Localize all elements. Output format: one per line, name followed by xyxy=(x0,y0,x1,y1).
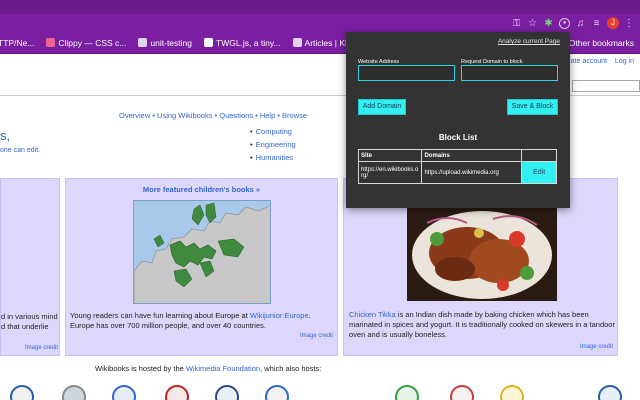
domain-blocker-extension-icon[interactable]: ● xyxy=(559,17,570,29)
block-list-title: Block List xyxy=(438,133,478,142)
bookmark-3[interactable]: TWGL.js, a tiny... xyxy=(204,38,281,48)
domain-blocker-popup: Analyze current Page Website Address Req… xyxy=(346,32,570,208)
bookmark-2[interactable]: unit-testing xyxy=(138,38,192,48)
chicken-tikka-link[interactable]: Chicken Tikka xyxy=(349,310,396,319)
childrens-books-box: More featured children's books » Young r… xyxy=(65,178,338,356)
hosted-by-line: Wikibooks is hosted by the Wikimedia Fou… xyxy=(95,364,321,373)
folder-icon xyxy=(292,38,302,47)
profile-avatar[interactable]: J xyxy=(607,17,619,29)
block-list-table: Site Domains https://en.wikibooks.org/ h… xyxy=(357,149,557,184)
bookmark-0[interactable]: TTP/Ne... xyxy=(0,38,34,48)
website-address-input[interactable] xyxy=(358,65,455,81)
log-in-link[interactable]: Log in xyxy=(615,58,634,65)
puzzle-icon[interactable]: ✱ xyxy=(543,18,554,29)
request-domain-input[interactable] xyxy=(461,65,558,81)
site-column-header: Site xyxy=(357,149,423,162)
folder-icon xyxy=(138,38,148,47)
wiktionary-logo-icon[interactable] xyxy=(112,385,136,400)
image-credit-link[interactable]: Image credit xyxy=(25,345,58,351)
wikimedia-foundation-link[interactable]: Wikimedia Foundation xyxy=(186,364,260,373)
nav-links[interactable]: Overview • Using Wikibooks • Questions •… xyxy=(119,111,307,120)
save-and-block-button[interactable]: Save & Block xyxy=(507,99,558,115)
featured-book-box: d in various mind d that underlie Image … xyxy=(0,178,60,356)
music-icon[interactable]: ♫ xyxy=(575,18,586,29)
text-line: d that underlie xyxy=(1,322,49,331)
bookmark-label: TWGL.js, a tiny... xyxy=(216,37,281,48)
europe-description: Young readers can have fun learning abou… xyxy=(70,311,335,331)
domains-column-header: Domains xyxy=(421,149,523,162)
subject-computing[interactable]: Computing xyxy=(250,127,296,136)
search-input[interactable] xyxy=(572,80,640,92)
browser-titlebar xyxy=(0,0,640,14)
wikiversity-logo-icon[interactable] xyxy=(395,385,419,400)
wikipedia-globe-logo-icon[interactable] xyxy=(62,385,86,400)
featured-childrens-books-link[interactable]: More featured children's books » xyxy=(66,185,337,194)
domain-cell: https://upload.wikimedia.org xyxy=(421,161,523,184)
subject-humanities[interactable]: Humanities xyxy=(250,153,296,162)
commons-logo-icon[interactable] xyxy=(450,385,474,400)
chicken-tikka-image[interactable] xyxy=(407,203,557,301)
edit-button[interactable]: Edit xyxy=(521,161,557,184)
europe-map-svg xyxy=(134,201,270,303)
bookmark-label: TTP/Ne... xyxy=(0,37,35,48)
table-header-row: Site Domains xyxy=(357,149,557,162)
subject-engineering[interactable]: Engineering xyxy=(250,140,296,149)
action-column-header xyxy=(521,149,557,162)
europe-map-image[interactable] xyxy=(133,200,271,304)
account-links: eate account Log in xyxy=(561,58,634,65)
menu-kebab-icon[interactable]: ⋮ xyxy=(624,18,634,29)
text: Young readers can have fun learning abou… xyxy=(70,311,250,320)
key-icon[interactable]: ⚿ xyxy=(511,18,522,29)
wikijunior-europe-link[interactable]: Wikijunior:Europe xyxy=(250,311,309,320)
create-account-link[interactable]: eate account xyxy=(567,58,607,65)
screen: ⚿ ☆ ✱ ● ♫ ≡ J ⋮ TTP/Ne... Clippy — CSS c… xyxy=(0,0,640,400)
featured-book-text: d in various mind d that underlie xyxy=(1,312,61,332)
add-domain-button[interactable]: Add Domain xyxy=(358,99,406,115)
wikidata-radio-logo-icon[interactable] xyxy=(10,385,34,400)
site-cell: https://en.wikibooks.org/ xyxy=(357,161,423,184)
chicken-tikka-svg xyxy=(407,203,557,301)
bookmark-1[interactable]: Clippy — CSS c... xyxy=(46,38,126,48)
queue-icon[interactable]: ≡ xyxy=(591,18,602,29)
wikinews-logo-icon[interactable] xyxy=(215,385,239,400)
other-bookmarks[interactable]: Other bookmarks xyxy=(569,38,634,48)
twgl-icon xyxy=(204,38,213,47)
mediawiki-logo-icon[interactable] xyxy=(598,385,622,400)
subject-list: Computing Engineering Humanities xyxy=(250,127,296,166)
edit-link[interactable]: one can edit. xyxy=(0,147,40,154)
wikisource-logo-icon[interactable] xyxy=(265,385,289,400)
sister-projects-logos xyxy=(0,382,640,400)
extension-icons: ⚿ ☆ ✱ ● ♫ ≡ J ⋮ xyxy=(511,15,634,31)
analyze-current-page-link[interactable]: Analyze current Page xyxy=(498,38,560,45)
image-credit-link[interactable]: Image credit xyxy=(580,344,613,350)
clippy-icon xyxy=(46,38,56,47)
text: Wikibooks is hosted by the xyxy=(95,364,186,373)
star-icon[interactable]: ☆ xyxy=(527,18,538,29)
wikiquote-logo-icon[interactable] xyxy=(165,385,189,400)
bookmark-label: unit-testing xyxy=(150,37,192,48)
welcome-heading: s, xyxy=(0,128,11,143)
text: , which also hosts: xyxy=(260,364,322,373)
wikispecies-logo-icon[interactable] xyxy=(500,385,524,400)
text-line: d in various mind xyxy=(1,312,58,321)
chicken-tikka-description: Chicken Tikka is an Indian dish made by … xyxy=(349,310,617,340)
browser-toolbar: ⚿ ☆ ✱ ● ♫ ≡ J ⋮ xyxy=(0,14,640,32)
bookmark-label: Clippy — CSS c... xyxy=(58,37,127,48)
table-row: https://en.wikibooks.org/ https://upload… xyxy=(357,161,557,184)
image-credit-link[interactable]: Image credit xyxy=(300,333,333,339)
